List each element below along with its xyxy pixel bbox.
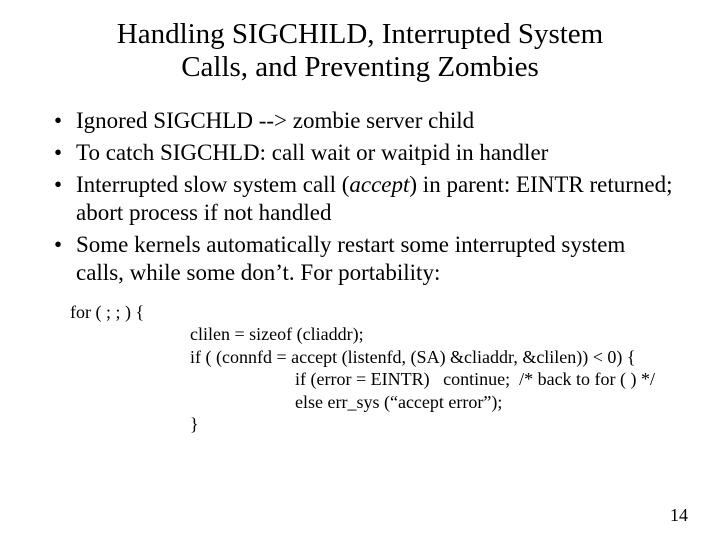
bullet-item: Ignored SIGCHLD --> zombie server child	[54, 107, 678, 135]
code-line: clilen = sizeof (cliaddr);	[70, 323, 678, 346]
code-line: for ( ; ; ) {	[70, 301, 678, 324]
bullet-text-italic: accept	[349, 172, 409, 197]
bullet-text-part: Interrupted slow system call (	[76, 172, 349, 197]
code-line: }	[70, 413, 678, 436]
code-line: else err_sys (“accept error”);	[70, 391, 678, 414]
slide: Handling SIGCHILD, Interrupted System Ca…	[0, 0, 720, 540]
bullet-text: Some kernels automatically restart some …	[76, 232, 625, 285]
page-number: 14	[670, 505, 688, 526]
code-line: if (error = EINTR) continue; /* back to …	[70, 368, 678, 391]
bullet-text: To catch SIGCHLD: call wait or waitpid i…	[76, 140, 548, 165]
title-line-1: Handling SIGCHILD, Interrupted System	[117, 18, 604, 50]
bullet-text: Ignored SIGCHLD --> zombie server child	[76, 108, 474, 133]
code-line: if ( (connfd = accept (listenfd, (SA) &c…	[70, 346, 678, 369]
bullet-list: Ignored SIGCHLD --> zombie server child …	[54, 107, 678, 287]
bullet-item: Some kernels automatically restart some …	[54, 231, 678, 287]
slide-title: Handling SIGCHILD, Interrupted System Ca…	[42, 18, 678, 85]
bullet-item: Interrupted slow system call (accept) in…	[54, 171, 678, 227]
title-line-2: Calls, and Preventing Zombies	[181, 51, 539, 83]
bullet-item: To catch SIGCHLD: call wait or waitpid i…	[54, 139, 678, 167]
code-block: for ( ; ; ) { clilen = sizeof (cliaddr);…	[70, 301, 678, 436]
